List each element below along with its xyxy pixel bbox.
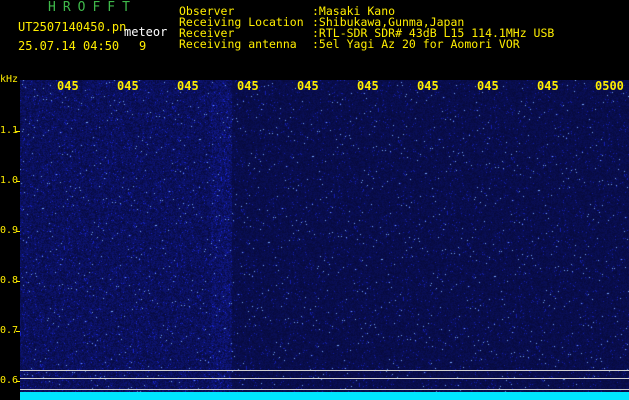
x-tick-label: 0500 — [595, 79, 624, 93]
y-tick — [16, 131, 20, 132]
x-tick-label: 045 — [477, 79, 499, 93]
x-tick-label: 045 — [237, 79, 259, 93]
y-tick — [16, 381, 20, 382]
reference-line — [20, 389, 629, 390]
y-tick — [16, 281, 20, 282]
spectrogram-canvas[interactable] — [20, 80, 629, 400]
x-tick-label: 045 — [57, 79, 79, 93]
y-tick — [16, 231, 20, 232]
filename: UT2507140450.pn — [18, 20, 127, 34]
x-tick-label: 045 — [537, 79, 559, 93]
x-tick-label: 045 — [297, 79, 319, 93]
app-title: HROFFT — [48, 0, 137, 15]
x-tick-label: 045 — [117, 79, 139, 93]
reference-line — [20, 378, 629, 379]
y-tick — [16, 331, 20, 332]
mode-label: meteor — [124, 25, 168, 39]
count: 9 — [139, 39, 147, 53]
x-tick-label: 045 — [417, 79, 439, 93]
info-label-antenna: Receiving antenna — [179, 37, 297, 51]
reference-line — [20, 370, 629, 371]
y-tick — [16, 181, 20, 182]
info-values: :Masaki Kano :Shibukawa,Gunma,Japan :RTL… — [312, 5, 554, 51]
x-tick-label: 045 — [177, 79, 199, 93]
info-labels: Observer Receiving Location Receiver Rec… — [179, 5, 304, 51]
spectrogram[interactable] — [20, 80, 629, 400]
x-tick-label: 045 — [357, 79, 379, 93]
datetime: 25.07.14 04:50 — [18, 39, 120, 53]
signal-baseline — [20, 392, 629, 400]
y-axis-unit: kHz — [0, 74, 19, 85]
info-value-antenna: :5el Yagi Az 20 for Aomori VOR — [312, 37, 520, 51]
